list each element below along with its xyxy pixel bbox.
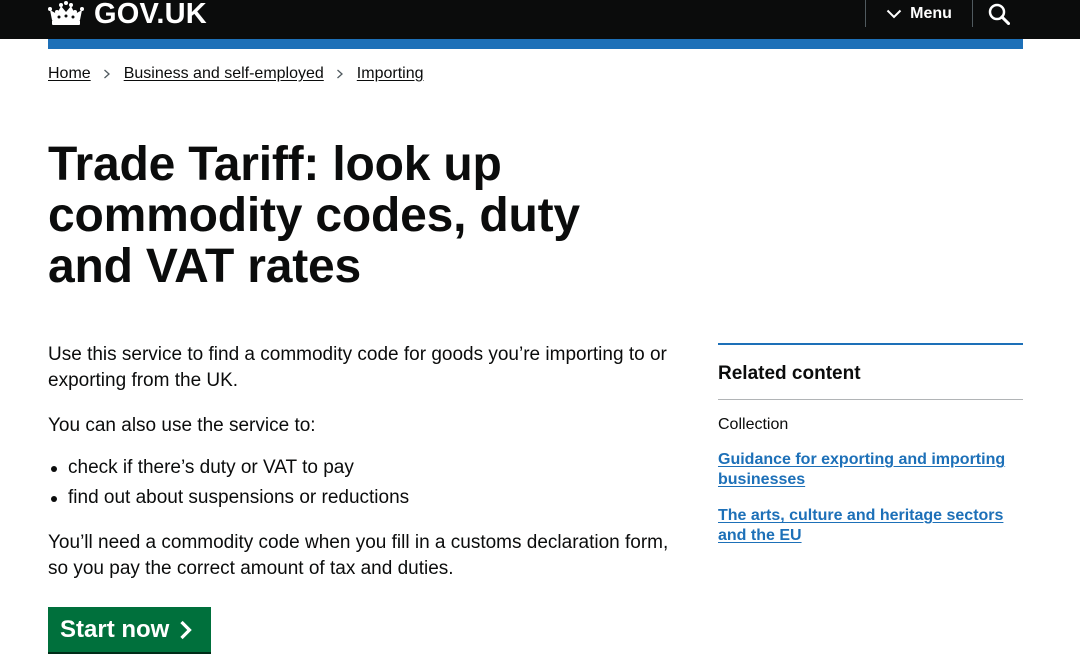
related-top-rule bbox=[718, 343, 1023, 345]
collection-label: Collection bbox=[718, 416, 789, 433]
start-now-button[interactable]: Start now bbox=[48, 607, 211, 652]
breadcrumb-home-link[interactable]: Home bbox=[48, 64, 91, 84]
chevron-right-icon bbox=[103, 69, 110, 79]
list-item: find out about suspensions or reductions bbox=[48, 485, 688, 511]
related-divider bbox=[718, 399, 1023, 400]
bullet-list: check if there’s duty or VAT to pay find… bbox=[48, 455, 688, 511]
related-content: Related content Collection Guidance for … bbox=[718, 343, 1023, 546]
intro-paragraph: Use this service to find a commodity cod… bbox=[48, 344, 667, 391]
related-heading: Related content bbox=[718, 363, 861, 384]
list-item-text: find out about suspensions or reductions bbox=[68, 487, 410, 508]
site-header: GOV.UK Menu bbox=[0, 0, 1080, 39]
crown-icon bbox=[48, 1, 84, 25]
govuk-logo-link[interactable]: GOV.UK bbox=[48, 0, 207, 31]
main-content: Use this service to find a commodity cod… bbox=[48, 342, 688, 601]
related-link-arts-culture[interactable]: The arts, culture and heritage sectors a… bbox=[718, 506, 1023, 546]
breadcrumb-importing-link[interactable]: Importing bbox=[357, 64, 424, 84]
header-accent-bar bbox=[48, 39, 1023, 49]
related-link-exporting-importing[interactable]: Guidance for exporting and importing bus… bbox=[718, 450, 1023, 490]
bullet-icon bbox=[51, 496, 57, 502]
list-item: check if there’s duty or VAT to pay bbox=[48, 455, 688, 481]
need-code-paragraph: You’ll need a commodity code when you fi… bbox=[48, 532, 669, 579]
logo-text: GOV.UK bbox=[94, 0, 207, 30]
breadcrumb: Home Business and self-employed Importin… bbox=[48, 64, 424, 84]
menu-button[interactable]: Menu bbox=[866, 0, 972, 27]
chevron-down-icon bbox=[886, 9, 902, 18]
search-button[interactable] bbox=[973, 0, 1025, 27]
bullet-icon bbox=[51, 466, 57, 472]
chevron-right-icon bbox=[336, 69, 343, 79]
page-title: Trade Tariff: look up commodity codes, d… bbox=[48, 138, 580, 293]
start-button-label: Start now bbox=[60, 615, 170, 643]
chevron-right-icon bbox=[180, 620, 193, 639]
also-use-paragraph: You can also use the service to: bbox=[48, 415, 316, 436]
search-icon bbox=[988, 3, 1010, 25]
breadcrumb-business-link[interactable]: Business and self-employed bbox=[124, 64, 324, 84]
menu-label: Menu bbox=[910, 4, 952, 22]
list-item-text: check if there’s duty or VAT to pay bbox=[68, 457, 354, 478]
